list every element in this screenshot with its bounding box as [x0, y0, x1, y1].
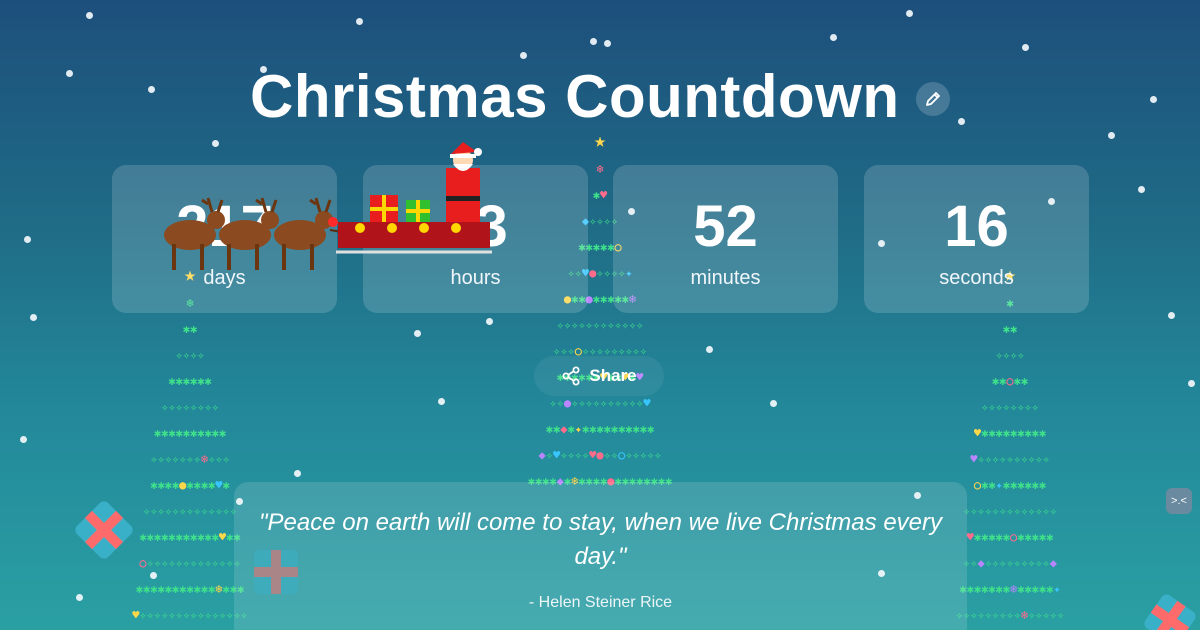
reindeer-icon [219, 197, 279, 270]
page-title: Christmas Countdown [250, 63, 900, 130]
quote-author: - Helen Steiner Rice [528, 594, 673, 611]
share-icon [562, 366, 580, 386]
share-label: Share [589, 366, 637, 385]
present-icon [254, 550, 298, 594]
reindeer-icon [274, 197, 338, 270]
santa-sleigh-illustration [164, 142, 492, 270]
countdown-minutes: 52 minutes [613, 165, 838, 313]
reindeer-icon [164, 197, 225, 270]
present-icon [1144, 594, 1196, 630]
pencil-icon [926, 91, 940, 106]
edit-title-button[interactable] [915, 81, 950, 116]
title-row: Christmas Countdown [0, 62, 1200, 131]
gift-icon [406, 200, 430, 223]
sleigh-icon [336, 222, 492, 254]
side-badge-text: >.< [1171, 495, 1187, 507]
seconds-label: seconds [939, 267, 1014, 289]
countdown-seconds: 16 seconds [864, 165, 1089, 313]
present-icon [75, 501, 133, 559]
quote-text: "Peace on earth will come to stay, when … [258, 509, 942, 570]
star-icon: ★ [593, 128, 607, 152]
minutes-value: 52 [693, 194, 758, 259]
quote-card: "Peace on earth will come to stay, when … [234, 482, 967, 630]
gift-icon [370, 195, 398, 223]
santa-icon [446, 142, 482, 232]
share-button[interactable]: Share [534, 356, 664, 396]
seconds-value: 16 [944, 194, 1009, 259]
minutes-label: minutes [690, 267, 761, 289]
face-icon[interactable]: >.< [1166, 488, 1192, 514]
